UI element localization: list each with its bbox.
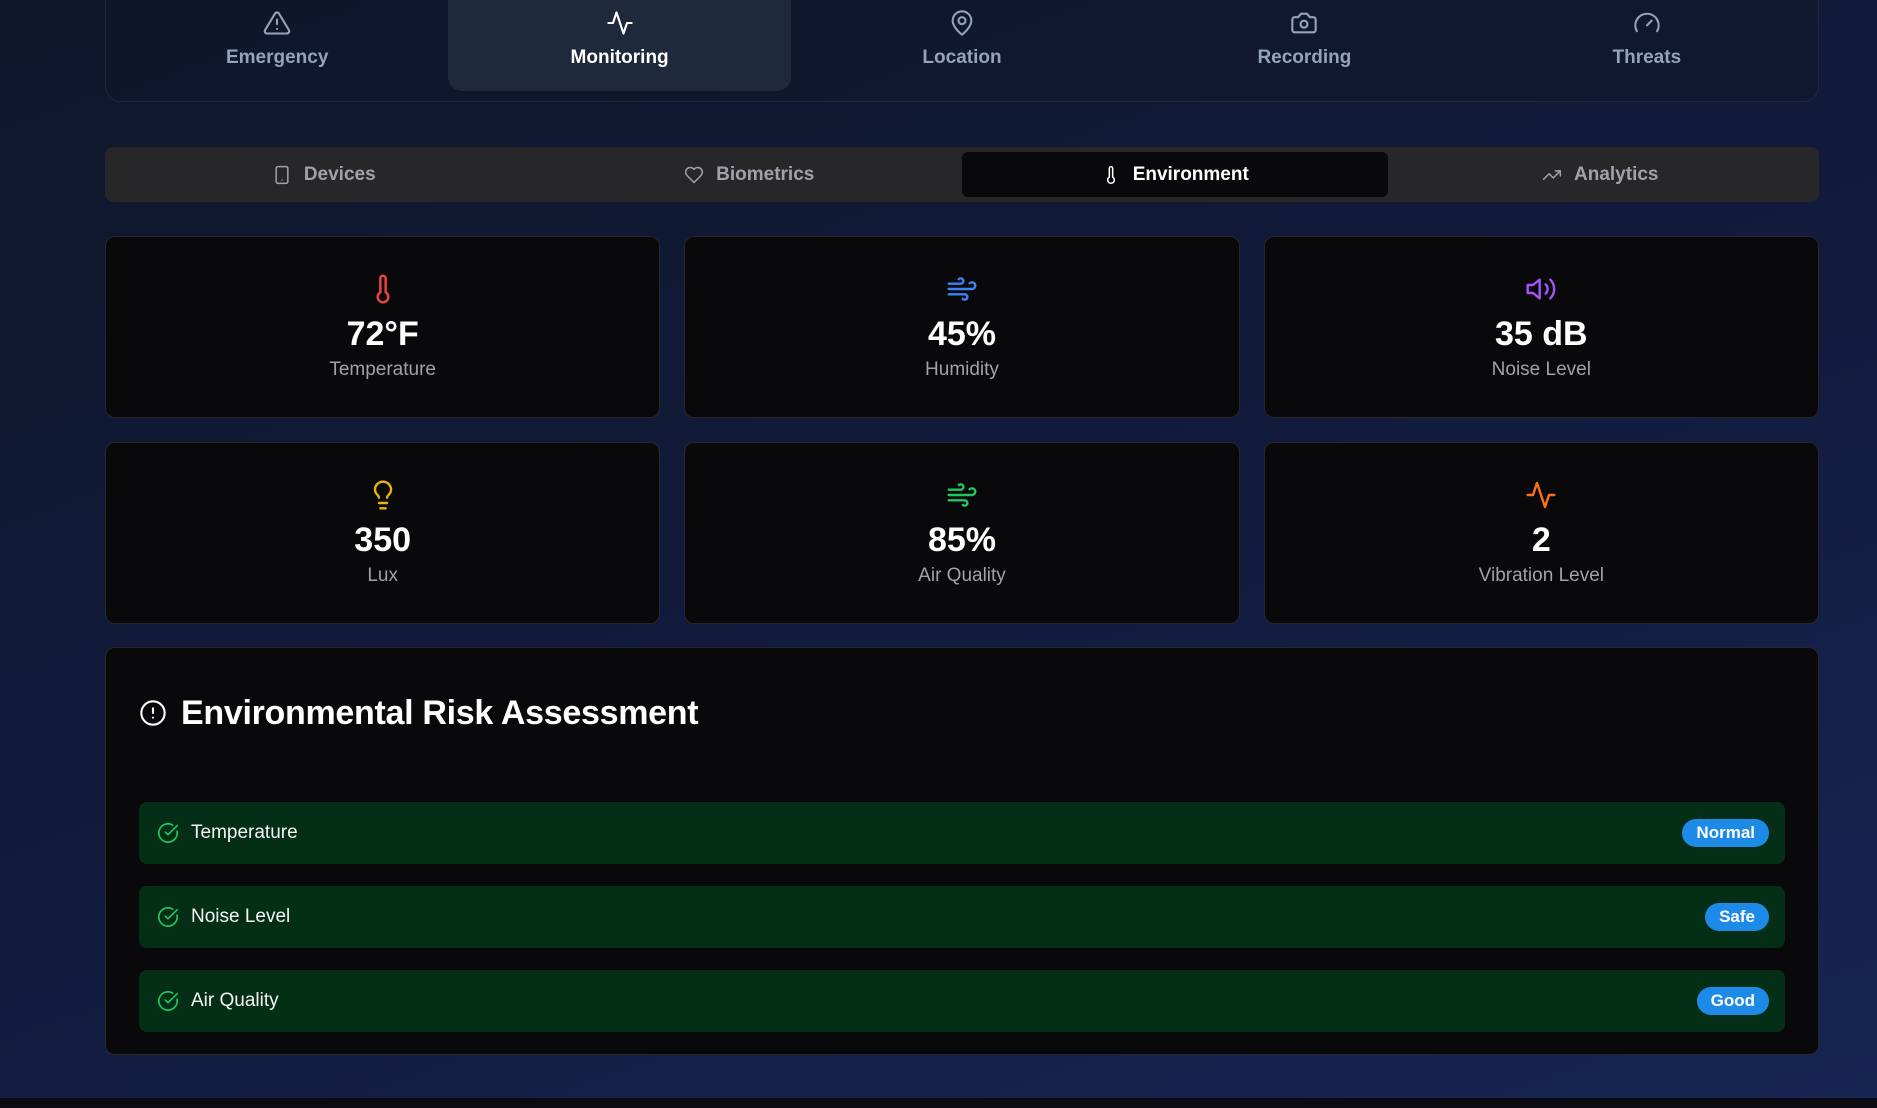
heart-icon: [685, 166, 704, 183]
risk-row-air-quality: Air Quality Good: [139, 970, 1785, 1032]
nav-monitoring-label: Monitoring: [570, 47, 669, 68]
nav-recording-label: Recording: [1257, 47, 1352, 68]
metric-label: Lux: [367, 564, 398, 586]
metric-value: 350: [354, 521, 412, 560]
metric-card-noise: 35 dB Noise Level: [1263, 236, 1819, 418]
risk-item-name: Noise Level: [191, 906, 291, 927]
alert-triangle-icon: [263, 11, 291, 35]
trending-up-icon: [1542, 169, 1562, 180]
metric-label: Air Quality: [918, 564, 1006, 586]
tab-devices-label: Devices: [303, 163, 376, 185]
metric-value: 45%: [927, 315, 997, 354]
status-badge: Good: [1696, 987, 1769, 1015]
nav-emergency-label: Emergency: [225, 47, 329, 68]
risk-header: Environmental Risk Assessment: [139, 688, 1785, 738]
nav-location[interactable]: Location: [791, 0, 1133, 101]
risk-assessment-panel: Environmental Risk Assessment Temperatur…: [105, 647, 1819, 1055]
check-circle-icon: [158, 990, 178, 1011]
metric-value: 35 dB: [1495, 315, 1588, 354]
check-circle-icon: [158, 906, 178, 927]
alert-circle-icon: [140, 700, 166, 726]
nav-monitoring[interactable]: Monitoring: [448, 0, 791, 91]
metric-card-lux: 350 Lux: [105, 442, 661, 624]
metrics-grid: 72°F Temperature 45% Humidity 35 dB Nois…: [105, 236, 1819, 624]
risk-row-temperature: Temperature Normal: [139, 802, 1785, 864]
nav-threats-label: Threats: [1612, 47, 1682, 68]
volume-icon: [1526, 278, 1556, 300]
risk-item-name: Temperature: [191, 822, 298, 843]
main-nav: Emergency Monitoring Location Recording …: [105, 0, 1819, 102]
metric-value: 2: [1531, 521, 1551, 560]
tab-analytics[interactable]: Analytics: [1388, 152, 1814, 197]
tab-biometrics[interactable]: Biometrics: [537, 152, 963, 197]
gauge-icon: [1634, 12, 1660, 33]
metric-card-temperature: 72°F Temperature: [105, 236, 661, 418]
check-circle-icon: [158, 822, 178, 843]
sub-tabs: Devices Biometrics Environment Analytics: [105, 147, 1819, 202]
camera-icon: [1291, 12, 1318, 34]
lightbulb-icon: [373, 481, 392, 510]
status-badge: Safe: [1705, 903, 1769, 931]
metric-card-air-quality: 85% Air Quality: [684, 442, 1240, 624]
thermometer-icon: [1106, 165, 1115, 184]
status-badge: Normal: [1682, 819, 1769, 847]
activity-icon: [606, 11, 633, 35]
nav-threats[interactable]: Threats: [1476, 0, 1818, 101]
tab-devices[interactable]: Devices: [111, 152, 537, 197]
risk-list: Temperature Normal Noise Level Safe Air …: [139, 802, 1785, 1032]
nav-location-label: Location: [922, 47, 1002, 68]
tab-analytics-label: Analytics: [1574, 163, 1659, 185]
thermometer-icon: [376, 274, 390, 304]
metric-label: Noise Level: [1491, 358, 1591, 380]
risk-row-noise: Noise Level Safe: [139, 886, 1785, 948]
risk-title: Environmental Risk Assessment: [181, 693, 699, 732]
nav-emergency[interactable]: Emergency: [106, 0, 448, 101]
wind-icon: [947, 483, 977, 508]
metric-card-vibration: 2 Vibration Level: [1263, 442, 1819, 624]
tab-biometrics-label: Biometrics: [716, 163, 815, 185]
metric-label: Humidity: [925, 358, 999, 380]
metric-label: Vibration Level: [1478, 564, 1604, 586]
bottom-strip: [0, 1098, 1877, 1108]
tab-environment[interactable]: Environment: [962, 152, 1388, 197]
wind-icon: [947, 277, 977, 302]
activity-icon: [1526, 482, 1556, 509]
risk-item-name: Air Quality: [191, 990, 279, 1011]
smartphone-icon: [275, 165, 289, 184]
nav-recording[interactable]: Recording: [1133, 0, 1475, 101]
metric-label: Temperature: [329, 358, 436, 380]
metric-value: 85%: [927, 521, 997, 560]
metric-value: 72°F: [346, 315, 419, 354]
tab-environment-label: Environment: [1132, 163, 1249, 185]
metric-card-humidity: 45% Humidity: [684, 236, 1240, 418]
map-pin-icon: [951, 10, 973, 36]
